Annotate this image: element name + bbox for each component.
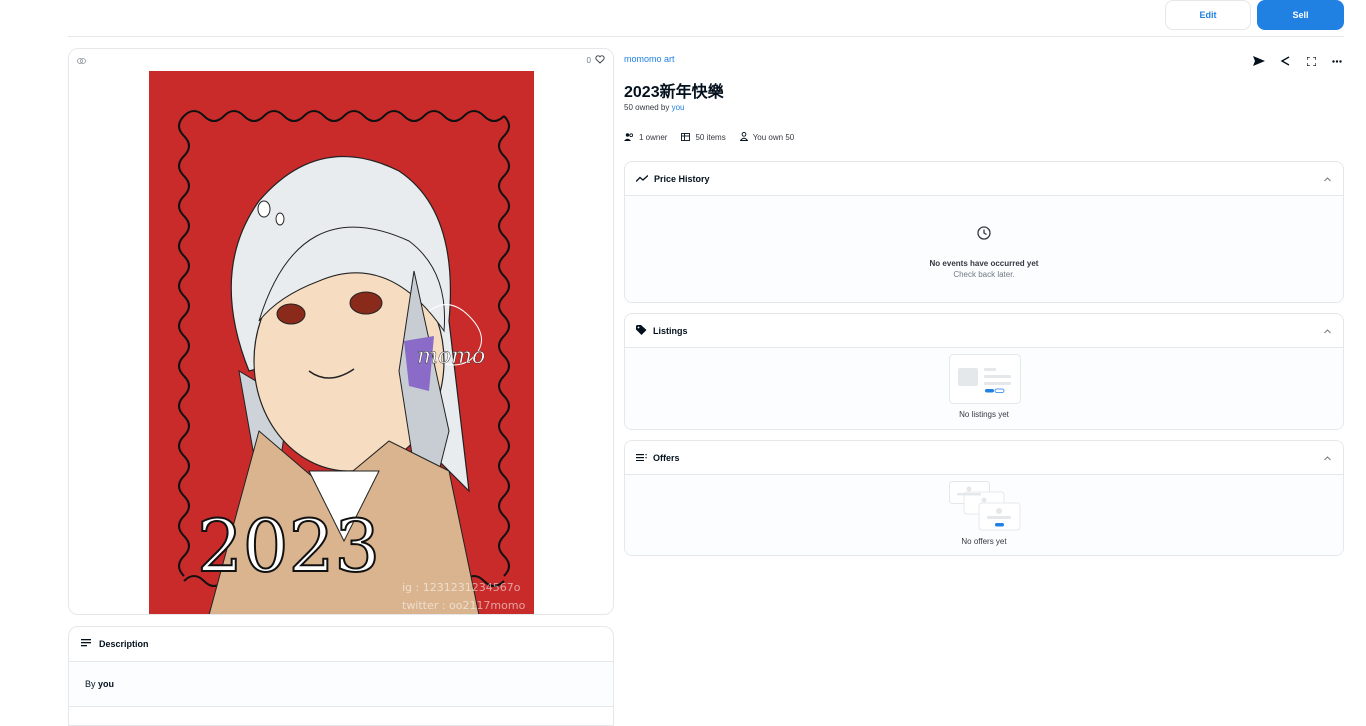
edit-button[interactable]: Edit <box>1165 0 1251 30</box>
listings-body: No listings yet <box>625 348 1343 429</box>
offers-panel: Offers No offers yet <box>624 440 1344 556</box>
fullscreen-icon[interactable] <box>1304 54 1318 68</box>
description-body: By you <box>69 662 613 707</box>
price-history-panel: Price History No events have occurred ye… <box>624 161 1344 303</box>
heart-icon <box>595 55 605 66</box>
description-header[interactable]: Description <box>69 627 613 662</box>
price-history-header[interactable]: Price History <box>625 162 1343 196</box>
listings-empty: No listings yet <box>959 410 1009 419</box>
price-history-empty-title: No events have occurred yet <box>929 259 1039 268</box>
chevron-up-icon <box>1324 453 1331 463</box>
stat-owners[interactable]: 1 owner <box>624 132 667 143</box>
chevron-up-icon <box>1324 174 1331 184</box>
favorite-button[interactable]: 0 <box>587 55 605 66</box>
price-history-body: No events have occurred yet Check back l… <box>625 196 1343 302</box>
description-by-prefix: By <box>85 679 96 689</box>
share-icon[interactable] <box>1278 54 1292 68</box>
person-icon <box>739 131 749 143</box>
tag-icon <box>636 324 647 337</box>
listings-empty-illustration <box>949 354 1021 409</box>
offers-empty: No offers yet <box>961 537 1007 546</box>
artwork-credit-line-2: twitter : oo2117momo <box>402 599 526 612</box>
artwork-year-text: 2023 <box>197 504 380 588</box>
top-toolbar: Edit Sell <box>68 0 1344 37</box>
description-heading: Description <box>99 639 149 649</box>
offers-heading: Offers <box>653 452 680 463</box>
price-history-empty-sub: Check back later. <box>953 270 1015 279</box>
price-history-heading: Price History <box>654 173 710 184</box>
description-icon <box>81 639 91 649</box>
artwork-card: 0 momo 2023 ig : 1231231234567o twitter … <box>68 48 614 615</box>
grid-icon <box>681 132 691 143</box>
stat-items: 50 items <box>681 132 726 143</box>
chevron-up-icon <box>1324 326 1331 336</box>
nft-artwork-image[interactable]: momo 2023 ig : 1231231234567o twitter : … <box>149 71 534 614</box>
stat-items-label: 50 items <box>695 133 726 142</box>
offers-header[interactable]: Offers <box>625 441 1343 475</box>
item-actions <box>1252 54 1344 68</box>
item-title: 2023新年快樂 <box>624 84 724 101</box>
listings-header[interactable]: Listings <box>625 314 1343 348</box>
owned-by: 50 owned by you <box>624 103 685 112</box>
description-panel: Description By you <box>68 626 614 726</box>
more-icon[interactable] <box>1330 54 1344 68</box>
stat-you-own-label: You own 50 <box>752 133 795 142</box>
owner-link[interactable]: you <box>672 103 685 112</box>
listings-heading: Listings <box>653 325 688 336</box>
artwork-credit-line-1: ig : 1231231234567o <box>402 581 521 594</box>
stat-you-own: You own 50 <box>739 131 795 143</box>
owned-prefix: 50 owned by <box>624 103 670 112</box>
trend-icon <box>635 174 649 184</box>
offers-empty-illustration <box>949 481 1021 536</box>
list-icon <box>636 453 647 463</box>
send-icon[interactable] <box>1252 54 1266 68</box>
listings-panel: Listings No listings yet <box>624 313 1344 430</box>
owners-icon <box>624 132 634 143</box>
collection-link[interactable]: momomo art <box>624 54 675 64</box>
offers-body: No offers yet <box>625 475 1343 555</box>
chain-icon <box>77 56 86 66</box>
artwork-signature: momo <box>417 344 485 369</box>
description-by-name[interactable]: you <box>98 679 114 689</box>
item-stats: 1 owner 50 items You own 50 <box>624 131 795 143</box>
stat-owners-label: 1 owner <box>639 133 668 142</box>
favorites-count: 0 <box>586 56 591 65</box>
sell-button[interactable]: Sell <box>1257 0 1344 30</box>
clock-icon <box>977 226 991 245</box>
